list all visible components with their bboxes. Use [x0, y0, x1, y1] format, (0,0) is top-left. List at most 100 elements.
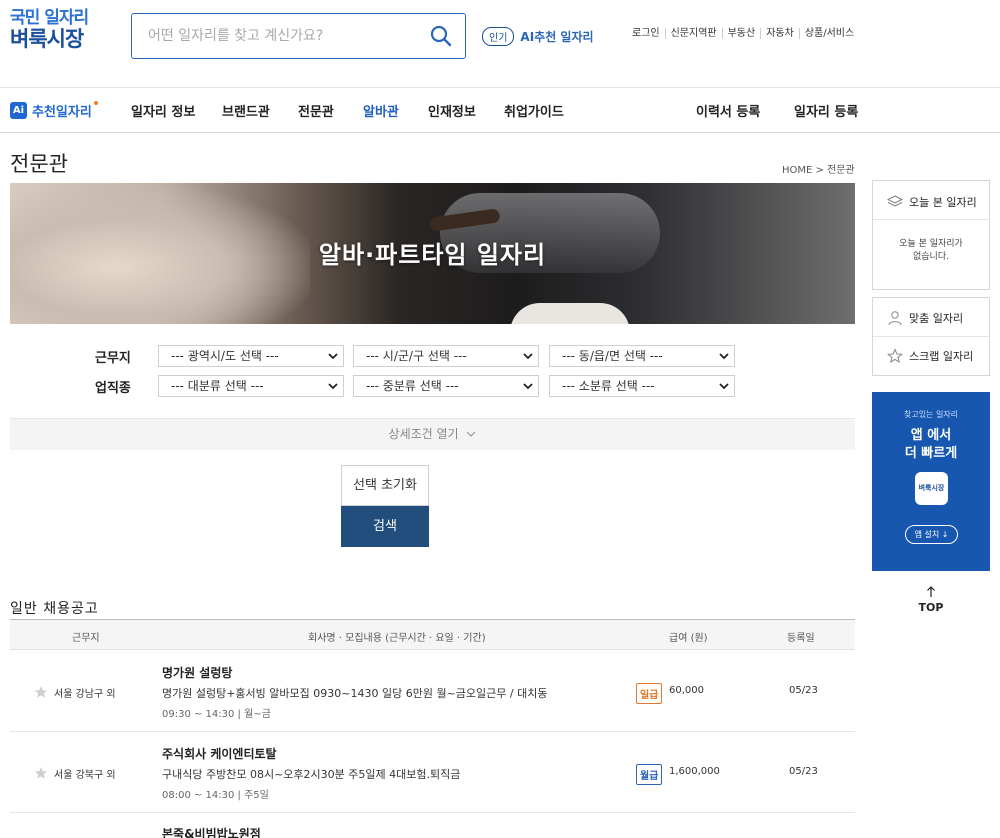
banner-title: 알바·파트타임 일자리 — [318, 241, 547, 269]
new-dot-icon — [93, 101, 98, 105]
chevron-down-icon — [467, 431, 476, 437]
user-icon — [888, 311, 902, 326]
search-input[interactable] — [148, 26, 418, 46]
scrap-jobs-link[interactable]: 스크랩 일자리 — [887, 348, 973, 364]
scrap-jobs-label: 스크랩 일자리 — [909, 350, 974, 363]
logo-line1: 국민 일자리 — [10, 8, 89, 28]
search-box — [131, 13, 466, 59]
arrow-up-icon — [927, 586, 935, 597]
work-location-label: 근무지 — [95, 351, 131, 366]
breadcrumb: HOME > 전문관 — [782, 165, 855, 176]
chevron-down-icon — [328, 353, 338, 360]
row-time: 08:00 ~ 14:30 | 주5일 — [162, 790, 269, 801]
nav-brand[interactable]: 브랜드관 — [222, 101, 270, 120]
custom-jobs-link[interactable]: 맞춤 일자리 — [887, 310, 963, 326]
top-label: TOP — [918, 601, 944, 614]
ai-icon: Ai — [10, 102, 27, 119]
chevron-down-icon — [523, 383, 533, 390]
job-type-label: 업직종 — [95, 381, 131, 396]
site-logo[interactable]: 국민 일자리 벼룩시장 — [10, 8, 89, 50]
pay-type-badge: 일급 — [636, 683, 663, 704]
nav-job-info[interactable]: 일자리 정보 — [131, 101, 195, 120]
select-city[interactable]: --- 시/군/구 선택 --- — [353, 345, 539, 367]
row-company[interactable]: 명가원 설렁탕 — [162, 664, 232, 681]
nav-ai-recommend[interactable]: Ai 추천일자리 — [10, 101, 98, 120]
nav-job-register[interactable]: 일자리 등록 — [794, 101, 858, 120]
row-description[interactable]: 명가원 설렁탕+홍서빙 알바모집 0930~1430 일당 6만원 월~금오일근… — [162, 685, 547, 701]
app-logo-icon: 벼룩시장 — [915, 472, 948, 505]
top-links: 로그인 신문지역판 부동산 자동차 상품/서비스 — [632, 28, 859, 39]
site-header: 국민 일자리 벼룩시장 인기 AI추천 일자리 로그인 신문지역판 부동산 자동… — [0, 0, 1000, 88]
col-pay: 급여 (원) — [669, 633, 708, 644]
banner-cup-shape — [510, 303, 630, 324]
row-hours: 08:00 ~ 14:30 — [162, 790, 235, 801]
select-middle-category[interactable]: --- 중분류 선택 --- — [353, 375, 539, 397]
today-viewed-box: 오늘 본 일자리 오늘 본 일자리가 없습니다. — [872, 180, 990, 290]
link-newspaper[interactable]: 신문지역판 — [664, 28, 722, 39]
search-button[interactable]: 검색 — [341, 506, 429, 547]
link-realestate[interactable]: 부동산 — [721, 28, 761, 39]
divider — [873, 336, 989, 337]
row-hours: 09:30 ~ 14:30 — [162, 709, 235, 720]
select-province[interactable]: --- 광역시/도 선택 --- — [158, 345, 344, 367]
reset-button[interactable]: 선택 초기화 — [341, 465, 429, 506]
row-pay: 60,000 — [669, 685, 704, 696]
divider — [873, 219, 989, 220]
col-company: 회사명 · 모집내용 (근무시간 · 요일 · 기간) — [308, 633, 486, 644]
app-promo[interactable]: 찾고있는 일자리 앱 에서 더 빠르게 벼룩시장 앱 설치 ↓ — [872, 392, 990, 571]
select-province-value: --- 광역시/도 선택 --- — [171, 349, 279, 363]
chevron-down-icon — [719, 353, 729, 360]
pay-type-badge: 월급 — [636, 764, 663, 785]
row-date: 05/23 — [789, 685, 818, 696]
star-outline-icon — [887, 348, 903, 364]
row-company[interactable]: 주식회사 케이엔티토탈 — [162, 745, 277, 762]
popular-text: AI추천 일자리 — [520, 30, 594, 44]
chevron-down-icon — [719, 383, 729, 390]
today-viewed-title[interactable]: 오늘 본 일자리 — [887, 194, 977, 210]
row-location: 서울 강북구 외 — [54, 770, 116, 781]
star-icon[interactable] — [34, 685, 48, 699]
detail-toggle-label: 상세조건 열기 — [388, 427, 459, 441]
select-town-value: --- 동/읍/면 선택 --- — [562, 349, 663, 363]
table-row[interactable]: 본죽&비빔밥노원점 — [10, 813, 855, 838]
row-company[interactable]: 본죽&비빔밥노원점 — [162, 825, 261, 838]
app-promo-line1: 앱 에서 — [910, 428, 952, 443]
row-description[interactable]: 구내식당 주방찬모 08시~오후2시30분 주5일제 4대보험.퇴직금 — [162, 766, 460, 782]
select-major-value: --- 대분류 선택 --- — [171, 379, 264, 393]
page-title: 전문관 — [10, 152, 68, 176]
empty-line1: 오늘 본 일자리가 — [899, 239, 963, 249]
popular-badge: 인기 — [482, 27, 515, 46]
chevron-down-icon — [328, 383, 338, 390]
col-location: 근무지 — [72, 633, 100, 644]
link-login[interactable]: 로그인 — [632, 28, 665, 39]
link-goods[interactable]: 상품/서비스 — [798, 28, 859, 39]
star-icon[interactable] — [34, 766, 48, 780]
detail-conditions-toggle[interactable]: 상세조건 열기 — [10, 418, 855, 450]
popular-ai-jobs[interactable]: 인기 AI추천 일자리 — [482, 27, 594, 46]
search-icon[interactable] — [429, 24, 453, 48]
scroll-top-button[interactable]: TOP — [916, 586, 946, 614]
app-promo-line2: 더 빠르게 — [904, 446, 958, 461]
app-promo-small: 찾고있는 일자리 — [903, 410, 959, 419]
select-town[interactable]: --- 동/읍/면 선택 --- — [549, 345, 735, 367]
select-city-value: --- 시/군/구 선택 --- — [366, 349, 467, 363]
link-car[interactable]: 자동차 — [760, 28, 799, 39]
chevron-down-icon — [523, 353, 533, 360]
col-date: 등록일 — [787, 633, 815, 644]
nav-talent[interactable]: 인재정보 — [428, 101, 476, 120]
select-minor-value: --- 소분류 선택 --- — [562, 379, 655, 393]
table-row[interactable]: 서울 강남구 외 명가원 설렁탕 명가원 설렁탕+홍서빙 알바모집 0930~1… — [10, 651, 855, 732]
row-location: 서울 강남구 외 — [54, 689, 116, 700]
empty-line2: 없습니다. — [913, 252, 949, 262]
app-install-button[interactable]: 앱 설치 ↓ — [905, 525, 958, 544]
nav-parttime[interactable]: 알바관 — [363, 101, 399, 120]
nav-ai-label: 추천일자리 — [32, 105, 92, 120]
row-time: 09:30 ~ 14:30 | 월~금 — [162, 709, 271, 720]
select-major-category[interactable]: --- 대분류 선택 --- — [158, 375, 344, 397]
nav-specialty[interactable]: 전문관 — [298, 101, 334, 120]
row-days: 월~금 — [244, 709, 271, 720]
nav-resume-register[interactable]: 이력서 등록 — [696, 101, 760, 120]
select-minor-category[interactable]: --- 소분류 선택 --- — [549, 375, 735, 397]
nav-guide[interactable]: 취업가이드 — [504, 101, 564, 120]
table-row[interactable]: 서울 강북구 외 주식회사 케이엔티토탈 구내식당 주방찬모 08시~오후2시3… — [10, 732, 855, 813]
